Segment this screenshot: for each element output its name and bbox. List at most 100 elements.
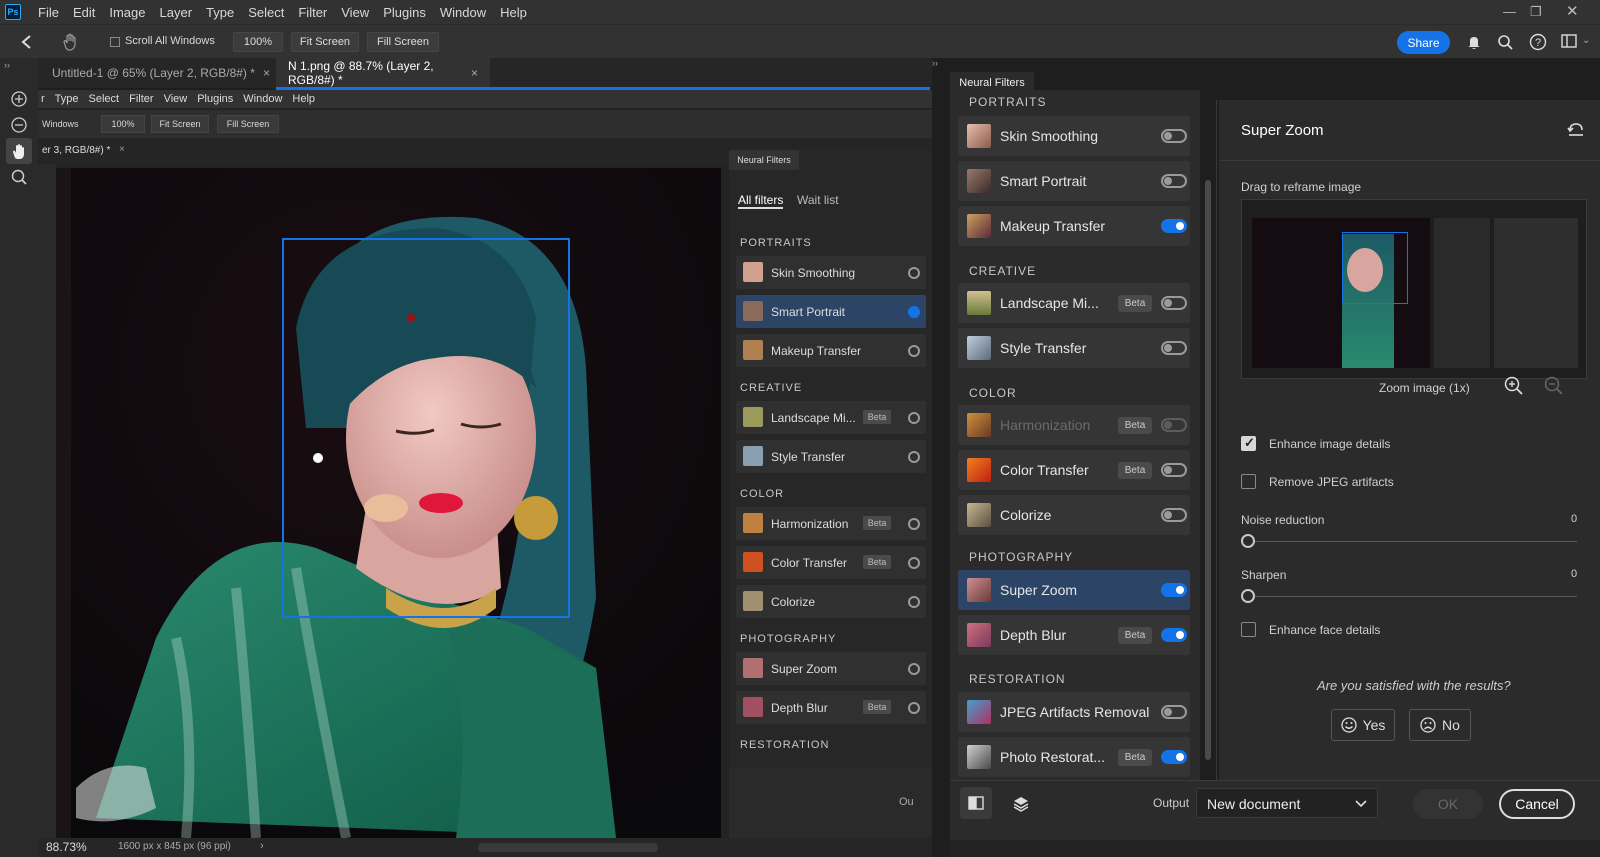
tab-close-icon[interactable]: × [263,66,270,80]
label: Skin Smoothing [771,266,856,280]
filter-row-colorize[interactable]: Colorize [958,495,1190,535]
label: Smart Portrait [771,305,846,319]
output-select[interactable]: New document [1196,788,1378,818]
restore-icon[interactable]: ❐ [1530,4,1542,20]
jpeg-toggle[interactable] [1161,705,1187,719]
tab-untitled-1[interactable]: Untitled-1 @ 65% (Layer 2, RGB/8#) * × [40,58,282,88]
tab-close-icon[interactable]: × [471,66,478,80]
style-toggle[interactable] [1161,341,1187,355]
zoom-tool-icon[interactable] [10,168,28,186]
reframe-preview[interactable] [1241,199,1587,379]
fill-screen-button[interactable]: Fill Screen [367,32,439,52]
tab-n1-png[interactable]: N 1.png @ 88.7% (Layer 2, RGB/8#) * × [276,58,490,88]
layers-icon[interactable] [1012,795,1030,813]
skin-toggle[interactable] [1161,129,1187,143]
expand-panels-icon[interactable]: ›› [932,58,938,68]
back-icon[interactable] [20,34,34,50]
menu-plugins[interactable]: Plugins [376,5,433,20]
super-zoom-toggle[interactable] [1161,583,1187,597]
filter-label: Color Transfer [1000,462,1089,478]
search-icon[interactable] [1497,34,1513,50]
zoom-out-tool-icon[interactable] [10,116,28,134]
filter-row-skin-smoothing[interactable]: Skin Smoothing [958,116,1190,156]
minimize-icon[interactable]: — [1503,4,1516,19]
ok-button[interactable]: OK [1413,789,1483,819]
menu-view[interactable]: View [334,5,376,20]
share-button[interactable]: Share [1397,31,1450,54]
menu-layer[interactable]: Layer [153,5,200,20]
landscape-toggle[interactable] [1161,296,1187,310]
depth-blur-thumb [967,623,991,647]
filter-row-photo-restoration[interactable]: Photo Restorat... Beta [958,737,1190,777]
fit-screen-button[interactable]: Fit Screen [291,32,359,52]
preview-frame[interactable] [1342,232,1408,304]
close-icon[interactable]: ✕ [1566,2,1579,20]
toggle [908,345,920,357]
menu-select[interactable]: Select [241,5,291,20]
filter-label: JPEG Artifacts Removal [1000,704,1150,720]
document-info[interactable]: 1600 px x 845 px (96 ppi) [118,841,231,852]
enhance-face-details-checkbox[interactable] [1241,622,1256,637]
sharpen-knob[interactable] [1241,589,1255,603]
filter-row-jpeg-artifacts[interactable]: JPEG Artifacts Removal [958,692,1190,732]
filter-row-style-transfer[interactable]: Style Transfer [958,328,1190,368]
status-arrow-icon[interactable]: › [260,840,264,852]
sharpen-value[interactable]: 0 [1571,568,1577,580]
menu-filter[interactable]: Filter [291,5,334,20]
help-icon[interactable]: ? [1529,33,1547,51]
color-transfer-toggle[interactable] [1161,463,1187,477]
workspace-icon[interactable] [1561,34,1577,48]
menu-file[interactable]: File [31,5,66,20]
filter-row-makeup-transfer[interactable]: Makeup Transfer [958,206,1190,246]
menu-edit[interactable]: Edit [66,5,102,20]
reframe-box[interactable] [282,238,570,618]
inner-row-colorize: Colorize [736,585,926,618]
bell-icon[interactable] [1466,34,1482,50]
cancel-button[interactable]: Cancel [1499,789,1575,819]
horizontal-scrollbar[interactable] [478,843,658,852]
noise-reduction-track[interactable] [1247,541,1577,542]
compare-button[interactable] [960,787,992,819]
depth-blur-toggle[interactable] [1161,628,1187,642]
harmonization-toggle[interactable] [1161,418,1187,432]
zoom-in-tool-icon[interactable] [10,90,28,108]
makeup-toggle[interactable] [1161,219,1187,233]
zoom-in-icon[interactable] [1504,376,1524,396]
filter-row-depth-blur[interactable]: Depth Blur Beta [958,615,1190,655]
yes-button[interactable]: Yes [1331,709,1395,741]
filter-row-landscape-mixer[interactable]: Landscape Mi... Beta [958,283,1190,323]
zoom-100-button[interactable]: 100% [233,32,283,52]
filter-row-color-transfer[interactable]: Color Transfer Beta [958,450,1190,490]
zoom-out-icon[interactable] [1544,376,1564,396]
photo-restoration-toggle[interactable] [1161,750,1187,764]
zoom-level[interactable]: 88.73% [46,840,87,854]
hand-tool-icon[interactable] [60,32,80,52]
inner-menu-item: Type [54,93,79,105]
noise-reduction-value[interactable]: 0 [1571,513,1577,525]
filter-row-smart-portrait[interactable]: Smart Portrait [958,161,1190,201]
colorize-toggle[interactable] [1161,508,1187,522]
filter-list-scrollbar[interactable] [1205,180,1211,760]
inner-section-portraits: PORTRAITS [740,237,812,249]
label: Makeup Transfer [771,344,862,358]
remove-jpeg-artifacts-checkbox[interactable] [1241,474,1256,489]
smart-toggle[interactable] [1161,174,1187,188]
menu-image[interactable]: Image [102,5,152,20]
workspace-chevron-icon[interactable]: ⌄ [1582,35,1590,46]
filter-row-super-zoom[interactable]: Super Zoom [958,570,1190,610]
scroll-all-windows-checkbox[interactable] [110,37,120,47]
toggle [908,518,920,530]
bottom-strip [950,840,1600,857]
edited-photo[interactable] [56,168,721,838]
compare-icon [968,796,984,810]
reset-icon[interactable] [1567,122,1585,138]
no-button[interactable]: No [1409,709,1471,741]
menu-help[interactable]: Help [493,5,534,20]
filter-row-harmonization[interactable]: Harmonization Beta [958,405,1190,445]
menu-window[interactable]: Window [433,5,493,20]
enhance-image-details-checkbox[interactable] [1241,435,1256,451]
menu-type[interactable]: Type [199,5,241,20]
noise-reduction-knob[interactable] [1241,534,1255,548]
sharpen-track[interactable] [1247,596,1577,597]
expand-toolbar-icon[interactable]: ›› [4,60,10,70]
